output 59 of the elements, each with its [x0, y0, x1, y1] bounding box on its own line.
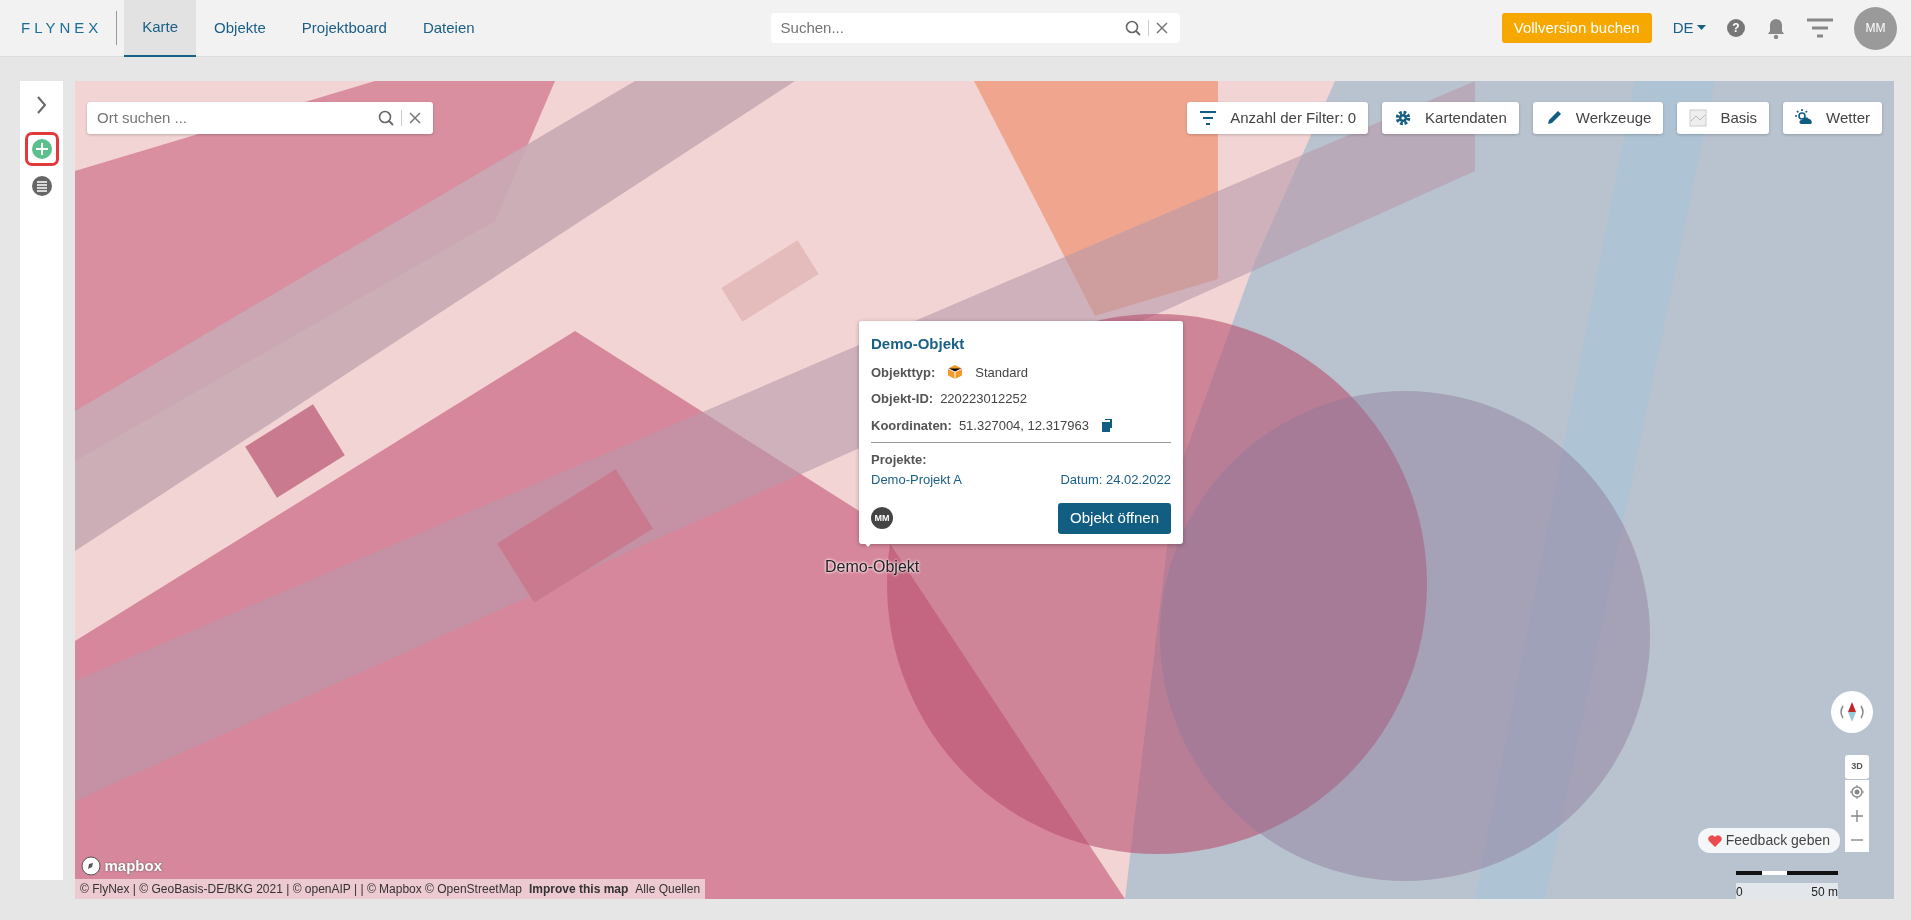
map-tool-button[interactable]: Werkzeuge — [1532, 102, 1664, 134]
heart-icon — [1708, 834, 1723, 847]
plus-icon — [29, 136, 54, 161]
map-thumbnail-icon — [1689, 109, 1708, 127]
close-icon — [1155, 22, 1168, 34]
caret-icon — [1697, 25, 1706, 31]
help-button[interactable]: ? — [1727, 19, 1745, 37]
nav-tab[interactable]: Objekte — [196, 0, 284, 57]
cube-icon — [948, 365, 963, 380]
nav-tab[interactable]: Projektboard — [283, 0, 405, 57]
map-tool-button[interactable]: Basis — [1677, 102, 1770, 134]
improve-map-link[interactable]: Improve this map — [529, 880, 629, 898]
map-marker-label[interactable]: Demo-Objekt — [825, 555, 920, 579]
search-field[interactable]: Suchen... — [770, 13, 1180, 43]
copy-icon — [1102, 418, 1114, 432]
mapbox-logo: mapbox — [104, 856, 162, 876]
map-tool-button[interactable]: Anzahl der Filter: 0 — [1187, 102, 1369, 134]
field-value: 220223012252 — [940, 390, 1027, 408]
map-tool-button[interactable]: Kartendaten — [1382, 102, 1519, 134]
search-icon — [378, 110, 394, 126]
language-dropdown[interactable]: DE — [1672, 16, 1706, 40]
search-field[interactable]: Suchen... — [770, 15, 1125, 41]
project-link[interactable]: Demo-Projekt A — [871, 469, 963, 489]
plus-icon — [1851, 810, 1863, 822]
bell-icon — [1766, 17, 1786, 39]
attribution-text: © FlyNex | © GeoBasis-DE/BKG 2021 | © openAIP | | © Mapbox © OpenStreetMap — [80, 881, 522, 898]
map-drawing[interactable] — [75, 81, 1894, 899]
close-icon — [409, 112, 421, 124]
nav-tab[interactable]: Dateien — [404, 0, 493, 57]
field-label: Koordinaten: — [871, 416, 952, 435]
place-search-field[interactable]: Ort suchen ... — [87, 102, 433, 134]
date-text: Datum: 24.02.2022 — [1060, 470, 1171, 489]
sun-cloud-icon — [1795, 109, 1814, 127]
search-icon — [1124, 20, 1141, 36]
scale-label: 50 m — [1811, 884, 1838, 899]
mapbox-logo-icon — [81, 856, 101, 877]
map-tool-button[interactable]: Wetter — [1783, 102, 1882, 134]
popup-title: Demo-Objekt — [871, 334, 966, 354]
owner-avatar: MM — [871, 507, 893, 530]
sidebar-button[interactable] — [24, 131, 59, 166]
filter-icon — [1199, 109, 1218, 127]
list-icon — [29, 174, 54, 198]
field-value: 51.327004, 12.317963 — [958, 416, 1090, 435]
gear-icon — [1394, 109, 1413, 127]
pitch-toggle-button[interactable]: 3D — [1845, 755, 1869, 779]
field-label: Objekt-ID: — [871, 390, 934, 408]
open-object-button[interactable]: Objekt öffnen — [1058, 503, 1171, 534]
scale-bar-icon — [1736, 871, 1838, 876]
nav-tab[interactable]: Karte — [124, 0, 197, 57]
feedback-button[interactable]: Feedback geben — [1698, 828, 1840, 853]
section-label: Projekte: — [871, 451, 928, 469]
locate-icon — [1850, 785, 1864, 799]
place-search-field[interactable]: Ort suchen ... — [87, 105, 378, 131]
scale-label: 0 — [1736, 884, 1743, 899]
field-label: Objekttyp: — [871, 363, 936, 382]
sources-link[interactable]: Alle Quellen — [635, 880, 701, 898]
logo: FLYNEX — [7, 11, 118, 45]
filter-icon — [1807, 18, 1833, 38]
field-value: Standard — [975, 363, 1029, 382]
